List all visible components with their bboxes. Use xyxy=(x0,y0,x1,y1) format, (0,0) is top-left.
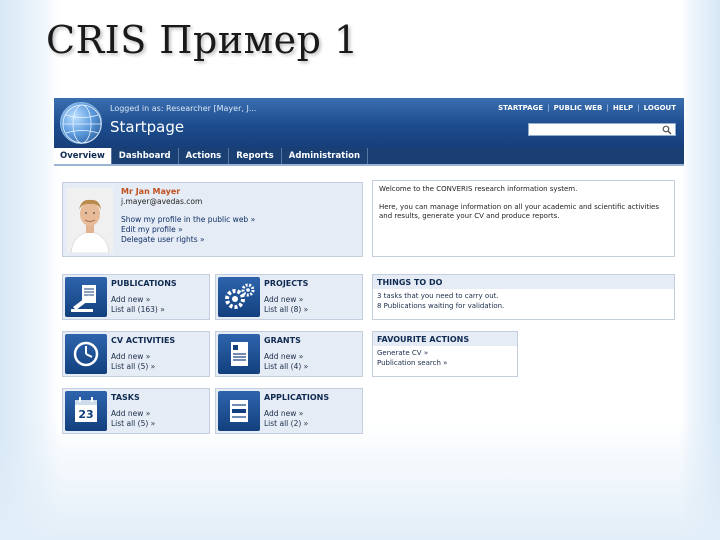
grants-list-all-link[interactable]: List all (4) » xyxy=(264,362,308,372)
cv-list-all-link[interactable]: List all (5) » xyxy=(111,362,155,372)
applications-title: APPLICATIONS xyxy=(264,393,330,402)
grants-module: GRANTS Add new » List all (4) » xyxy=(215,331,363,377)
page-heading: Startpage xyxy=(110,118,185,136)
main-nav: Overview Dashboard Actions Reports Admin… xyxy=(54,148,684,164)
top-link-separator: | xyxy=(637,104,640,112)
top-link-help[interactable]: HELP xyxy=(613,104,633,112)
calendar-day: 23 xyxy=(78,408,94,421)
profile-links: Show my profile in the public web » Edit… xyxy=(121,215,255,245)
todo-tasks-item[interactable]: 3 tasks that you need to carry out. xyxy=(377,292,670,302)
publications-add-new-link[interactable]: Add new » xyxy=(111,295,165,305)
publications-module: PUBLICATIONS Add new » List all (163) » xyxy=(62,274,210,320)
tasks-list-all-link[interactable]: List all (5) » xyxy=(111,419,155,429)
tasks-module: 23 TASKS Add new » List all (5) » xyxy=(62,388,210,434)
favourite-actions-panel: FAVOURITE ACTIONS Generate CV » Publicat… xyxy=(372,331,518,377)
cv-add-new-link[interactable]: Add new » xyxy=(111,352,155,362)
profile-name: Mr Jan Mayer xyxy=(121,187,181,196)
clock-icon[interactable] xyxy=(65,334,107,374)
application-form-icon[interactable] xyxy=(218,391,260,431)
converis-app-window: Logged in as: Researcher [Mayer, J... St… xyxy=(54,98,684,538)
grants-title: GRANTS xyxy=(264,336,301,345)
publications-title: PUBLICATIONS xyxy=(111,279,177,288)
things-to-do-items: 3 tasks that you need to carry out. 8 Pu… xyxy=(373,289,674,314)
top-link-separator: | xyxy=(547,104,550,112)
grants-add-new-link[interactable]: Add new » xyxy=(264,352,308,362)
cv-activities-title: CV ACTIVITIES xyxy=(111,336,176,345)
projects-list-all-link[interactable]: List all (8) » xyxy=(264,305,308,315)
tab-actions[interactable]: Actions xyxy=(179,148,230,164)
cv-activities-links: Add new » List all (5) » xyxy=(111,352,155,372)
applications-add-new-link[interactable]: Add new » xyxy=(264,409,308,419)
delegate-rights-link[interactable]: Delegate user rights » xyxy=(121,235,255,245)
top-link-logout[interactable]: LOGOUT xyxy=(644,104,676,112)
top-links: STARTPAGE | PUBLIC WEB | HELP | LOGOUT xyxy=(498,104,676,112)
things-to-do-panel: THINGS TO DO 3 tasks that you need to ca… xyxy=(372,274,675,320)
todo-publications-item[interactable]: 8 Publications waiting for validation. xyxy=(377,302,670,312)
search-icon[interactable] xyxy=(662,125,672,135)
tab-administration[interactable]: Administration xyxy=(282,148,369,164)
publication-search-link[interactable]: Publication search » xyxy=(377,359,513,369)
top-link-startpage[interactable]: STARTPAGE xyxy=(498,104,543,112)
applications-list-all-link[interactable]: List all (2) » xyxy=(264,419,308,429)
profile-email: j.mayer@avedas.com xyxy=(121,197,203,206)
nav-divider xyxy=(54,164,684,166)
welcome-line: Welcome to the CONVERIS research informa… xyxy=(379,185,578,193)
tab-reports[interactable]: Reports xyxy=(229,148,282,164)
globe-logo-icon xyxy=(60,102,102,144)
tasks-title: TASKS xyxy=(111,393,140,402)
projects-title: PROJECTS xyxy=(264,279,309,288)
avatar xyxy=(67,188,113,253)
projects-module: PROJECTS Add new » List all (8) » xyxy=(215,274,363,320)
grant-document-icon[interactable] xyxy=(218,334,260,374)
app-header: Logged in as: Researcher [Mayer, J... St… xyxy=(54,98,684,148)
slide-title: CRIS Пример 1 xyxy=(46,18,359,62)
applications-module: APPLICATIONS Add new » List all (2) » xyxy=(215,388,363,434)
publications-list-all-link[interactable]: List all (163) » xyxy=(111,305,165,315)
favourite-actions-items: Generate CV » Publication search » xyxy=(373,346,517,371)
applications-links: Add new » List all (2) » xyxy=(264,409,308,429)
publications-icon[interactable] xyxy=(65,277,107,317)
profile-panel: Mr Jan Mayer j.mayer@avedas.com Show my … xyxy=(62,182,363,257)
welcome-panel: Welcome to the CONVERIS research informa… xyxy=(372,180,675,257)
cv-activities-module: CV ACTIVITIES Add new » List all (5) » xyxy=(62,331,210,377)
tasks-add-new-link[interactable]: Add new » xyxy=(111,409,155,419)
top-link-separator: | xyxy=(606,104,609,112)
publications-links: Add new » List all (163) » xyxy=(111,295,165,315)
calendar-icon[interactable]: 23 xyxy=(65,391,107,431)
welcome-description: Here, you can manage information on all … xyxy=(379,202,660,221)
tab-dashboard[interactable]: Dashboard xyxy=(112,148,179,164)
tab-overview[interactable]: Overview xyxy=(54,148,112,164)
grants-links: Add new » List all (4) » xyxy=(264,352,308,372)
search-input[interactable] xyxy=(528,123,676,136)
projects-add-new-link[interactable]: Add new » xyxy=(264,295,308,305)
top-link-public-web[interactable]: PUBLIC WEB xyxy=(554,104,603,112)
gears-icon[interactable] xyxy=(218,277,260,317)
favourite-actions-title: FAVOURITE ACTIONS xyxy=(373,332,517,346)
edit-profile-link[interactable]: Edit my profile » xyxy=(121,225,255,235)
logged-in-label: Logged in as: Researcher [Mayer, J... xyxy=(110,104,257,113)
tasks-links: Add new » List all (5) » xyxy=(111,409,155,429)
projects-links: Add new » List all (8) » xyxy=(264,295,308,315)
things-to-do-title: THINGS TO DO xyxy=(373,275,674,289)
generate-cv-link[interactable]: Generate CV » xyxy=(377,349,513,359)
show-profile-public-link[interactable]: Show my profile in the public web » xyxy=(121,215,255,225)
